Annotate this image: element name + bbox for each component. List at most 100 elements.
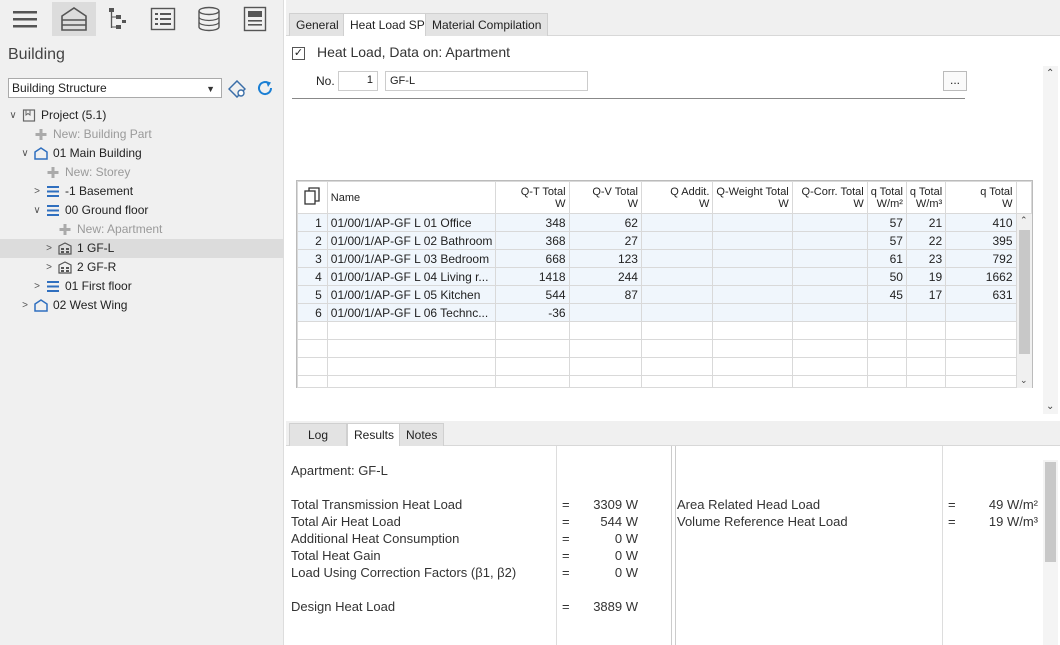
column-header[interactable]: Q-Weight Total W <box>712 181 793 214</box>
value-cell[interactable]: 792 <box>945 249 1017 268</box>
value-cell[interactable] <box>640 249 714 268</box>
tree-item[interactable]: > -1 Basement <box>0 182 284 201</box>
column-header[interactable]: Name <box>326 181 497 214</box>
column-header[interactable]: Q-Corr. Total W <box>791 181 868 214</box>
value-cell[interactable] <box>640 213 714 232</box>
collapse-icon[interactable]: ∨ <box>20 144 30 163</box>
table-row[interactable]: 2 01/00/1/AP-GF L 02 Bathroom 368 27 57 22 395 <box>297 231 1032 250</box>
tree-item[interactable]: >01 First floor <box>0 277 284 296</box>
value-cell[interactable] <box>905 303 947 322</box>
value-cell[interactable] <box>640 303 714 322</box>
tree-item[interactable]: >1 GF-L <box>0 239 284 258</box>
expand-icon[interactable]: > <box>44 239 54 258</box>
room-name-cell[interactable]: 01/00/1/AP-GF L 06 Technc... <box>326 303 497 322</box>
empty-row[interactable] <box>297 375 1032 388</box>
value-cell[interactable] <box>866 303 907 322</box>
value-cell[interactable] <box>791 267 868 286</box>
value-cell[interactable] <box>791 303 868 322</box>
filter-settings-icon[interactable] <box>227 79 247 101</box>
table-row[interactable]: 1 01/00/1/AP-GF L 01 Office 348 62 57 21 410 <box>297 213 1032 232</box>
tab-heat-load-sp[interactable]: Heat Load SP <box>343 13 432 36</box>
value-cell[interactable]: 1662 <box>945 267 1017 286</box>
column-header[interactable]: Q-T Total W <box>495 181 570 214</box>
value-cell[interactable]: 87 <box>568 285 642 304</box>
chevron-down-icon[interactable]: ⌄ <box>1046 401 1054 412</box>
table-row[interactable]: 6 01/00/1/AP-GF L 06 Technc... -36 <box>297 303 1032 322</box>
value-cell[interactable]: 50 <box>866 267 907 286</box>
more-button[interactable]: ... <box>943 71 967 91</box>
chevron-up-icon[interactable]: ⌃ <box>1020 215 1028 226</box>
value-cell[interactable]: 57 <box>866 231 907 250</box>
list-icon[interactable] <box>144 2 182 36</box>
grid-scroll-thumb[interactable] <box>1019 230 1030 354</box>
copy-icon[interactable] <box>297 181 328 214</box>
value-cell[interactable]: 22 <box>905 231 947 250</box>
tree-new-item[interactable]: New: Storey <box>0 163 284 182</box>
tree-item[interactable]: ∨ Project (5.1) <box>0 106 284 125</box>
column-header[interactable]: Q-V Total W <box>568 181 642 214</box>
collapse-icon[interactable]: ∨ <box>8 106 18 125</box>
value-cell[interactable]: 45 <box>866 285 907 304</box>
building-view-icon[interactable] <box>52 2 96 36</box>
value-cell[interactable]: 544 <box>495 285 570 304</box>
tab-material-compilation[interactable]: Material Compilation <box>425 13 549 36</box>
value-cell[interactable]: 348 <box>495 213 570 232</box>
column-header[interactable]: q Total W <box>945 181 1017 214</box>
value-cell[interactable]: 668 <box>495 249 570 268</box>
value-cell[interactable]: 62 <box>568 213 642 232</box>
expand-icon[interactable]: > <box>32 182 42 201</box>
chevron-up-icon[interactable]: ⌃ <box>1046 68 1054 79</box>
value-cell[interactable]: 17 <box>905 285 947 304</box>
value-cell[interactable]: 395 <box>945 231 1017 250</box>
value-cell[interactable]: 1418 <box>495 267 570 286</box>
room-name-cell[interactable]: 01/00/1/AP-GF L 02 Bathroom <box>326 231 497 250</box>
content-scrollbar[interactable]: ⌃ ⌄ <box>1043 66 1058 414</box>
tab-results[interactable]: Results <box>347 423 402 446</box>
expand-icon[interactable]: > <box>44 258 54 277</box>
results-scroll-thumb[interactable] <box>1045 462 1056 562</box>
value-cell[interactable]: 23 <box>905 249 947 268</box>
room-name-cell[interactable]: 01/00/1/AP-GF L 03 Bedroom <box>326 249 497 268</box>
value-cell[interactable] <box>640 267 714 286</box>
value-cell[interactable]: 57 <box>866 213 907 232</box>
value-cell[interactable] <box>640 285 714 304</box>
value-cell[interactable]: 61 <box>866 249 907 268</box>
refresh-icon[interactable] <box>256 79 274 100</box>
value-cell[interactable]: 631 <box>945 285 1017 304</box>
value-cell[interactable]: 21 <box>905 213 947 232</box>
heat-load-checkbox[interactable]: ✓ <box>292 47 305 60</box>
report-icon[interactable] <box>236 2 274 36</box>
value-cell[interactable] <box>712 249 793 268</box>
empty-row[interactable] <box>297 339 1032 358</box>
grid-scrollbar[interactable]: ⌃ ⌄ <box>1017 214 1032 388</box>
tree-item[interactable]: ∨ 01 Main Building <box>0 144 284 163</box>
expand-icon[interactable]: > <box>32 277 42 296</box>
tree-new-item[interactable]: New: Building Part <box>0 125 284 144</box>
value-cell[interactable] <box>712 285 793 304</box>
value-cell[interactable] <box>712 267 793 286</box>
value-cell[interactable] <box>568 303 642 322</box>
value-cell[interactable]: 27 <box>568 231 642 250</box>
room-name-cell[interactable]: 01/00/1/AP-GF L 01 Office <box>326 213 497 232</box>
tree-item[interactable]: ∨ 00 Ground floor <box>0 201 284 220</box>
value-cell[interactable] <box>791 231 868 250</box>
room-name-cell[interactable]: 01/00/1/AP-GF L 05 Kitchen <box>326 285 497 304</box>
results-scrollbar[interactable] <box>1043 460 1058 645</box>
hierarchy-icon[interactable] <box>98 2 136 36</box>
value-cell[interactable]: 410 <box>945 213 1017 232</box>
tab-log[interactable]: Log <box>289 423 347 446</box>
chevron-down-icon[interactable]: ⌄ <box>1020 375 1028 386</box>
tab-general[interactable]: General <box>289 13 346 36</box>
tree-item[interactable]: >02 West Wing <box>0 296 284 315</box>
room-name-cell[interactable]: 01/00/1/AP-GF L 04 Living r... <box>326 267 497 286</box>
value-cell[interactable] <box>712 213 793 232</box>
table-row[interactable]: 4 01/00/1/AP-GF L 04 Living r... 1418 244 50… <box>297 267 1032 286</box>
tab-notes[interactable]: Notes <box>399 423 445 446</box>
empty-row[interactable] <box>297 357 1032 376</box>
expand-icon[interactable]: > <box>20 296 30 315</box>
value-cell[interactable] <box>945 303 1017 322</box>
value-cell[interactable]: 123 <box>568 249 642 268</box>
value-cell[interactable]: 368 <box>495 231 570 250</box>
column-header[interactable]: Q Addit. W <box>640 181 714 214</box>
table-row[interactable]: 3 01/00/1/AP-GF L 03 Bedroom 668 123 61 23 792 <box>297 249 1032 268</box>
